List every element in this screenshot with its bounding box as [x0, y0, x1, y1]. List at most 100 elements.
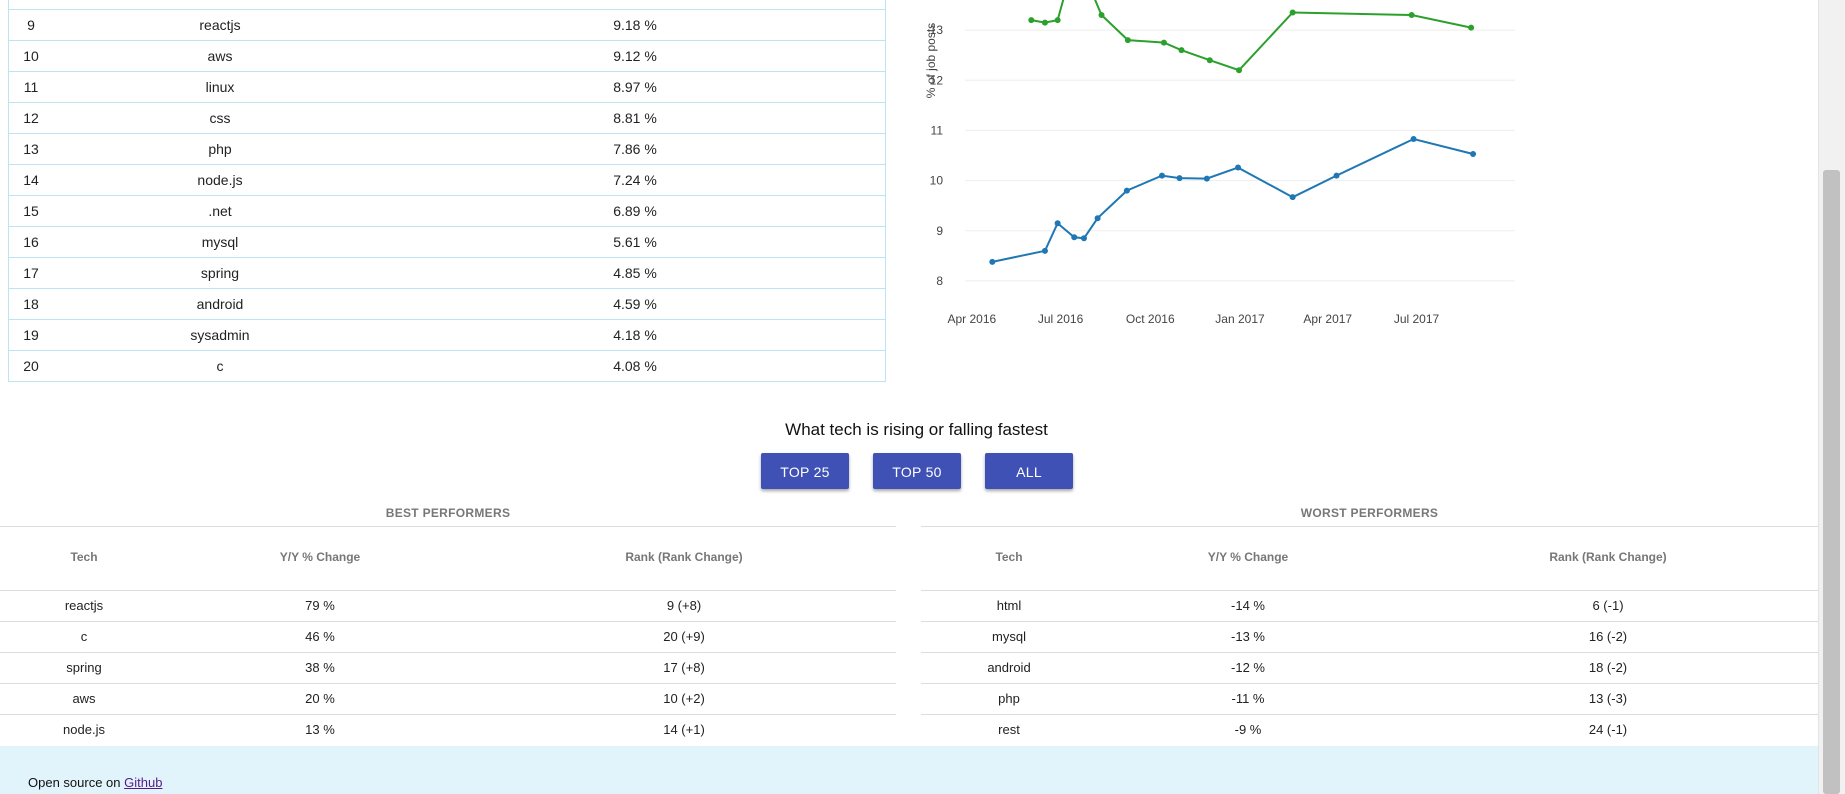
- worst-header-tech: Tech: [995, 550, 1023, 564]
- data-point: [1289, 194, 1296, 201]
- x-tick-label: Apr 2017: [1303, 312, 1352, 326]
- table-row: 13 php 7.86 %: [9, 133, 885, 164]
- x-tick-label: Apr 2016: [947, 312, 996, 326]
- rank-cell: 20: [23, 358, 39, 374]
- data-point: [1054, 220, 1061, 227]
- data-point: [1028, 17, 1035, 24]
- data-point: [1235, 164, 1242, 171]
- percent-cell: 7.86 %: [613, 141, 657, 157]
- tech-cell: c: [216, 358, 224, 374]
- data-point: [1158, 172, 1165, 179]
- rank-cell: 10: [23, 48, 39, 64]
- table-row: c 46 % 20 (+9): [0, 621, 896, 652]
- table-row: 9 reactjs 9.18 %: [9, 9, 885, 40]
- table-row: php -11 % 13 (-3): [921, 683, 1818, 714]
- tech-cell: css: [209, 110, 231, 126]
- tech-cell: rest: [998, 722, 1020, 737]
- tech-cell: .net: [208, 203, 232, 219]
- data-point: [1470, 151, 1477, 158]
- tech-cell: node.js: [63, 722, 105, 737]
- x-tick-label: Jul 2016: [1038, 312, 1084, 326]
- data-point: [1206, 57, 1213, 64]
- table-row: spring 38 % 17 (+8): [0, 652, 896, 683]
- table-row: 16 mysql 5.61 %: [9, 226, 885, 257]
- rank-cell: 14: [23, 172, 39, 188]
- rank-cell: 18: [23, 296, 39, 312]
- rank-cell: 14 (+1): [663, 722, 705, 737]
- table-row: aws 20 % 10 (+2): [0, 683, 896, 714]
- tech-cell: linux: [205, 79, 235, 95]
- divider: [0, 526, 896, 527]
- change-cell: -11 %: [1231, 691, 1265, 706]
- rank-cell: 17 (+8): [663, 660, 705, 675]
- data-point: [1160, 39, 1167, 46]
- percent-cell: 7.24 %: [613, 172, 657, 188]
- x-tick-label: Oct 2016: [1126, 312, 1175, 326]
- scrollbar-thumb[interactable]: [1823, 170, 1840, 794]
- percent-cell: 8.97 %: [613, 79, 657, 95]
- tech-cell: reactjs: [199, 17, 241, 33]
- table-row: reactjs 79 % 9 (+8): [0, 590, 896, 621]
- y-tick-label: 8: [936, 274, 943, 288]
- worst-header-rank: Rank (Rank Change): [1549, 550, 1667, 564]
- change-cell: 20 %: [305, 691, 335, 706]
- table-row: 10 aws 9.12 %: [9, 40, 885, 71]
- tech-cell: android: [196, 296, 244, 312]
- divider: [921, 526, 1818, 527]
- rank-cell: 11: [23, 79, 39, 95]
- y-tick-label: 10: [930, 174, 944, 188]
- footer: Open source on Github: [0, 746, 1818, 794]
- worst-performers-title: WORST PERFORMERS: [1300, 506, 1439, 520]
- table-row: 20 c 4.08 %: [9, 350, 885, 381]
- rank-cell: 16: [23, 234, 39, 250]
- all-button[interactable]: ALL: [985, 453, 1073, 489]
- table-row: rest -9 % 24 (-1): [921, 714, 1818, 745]
- change-cell: -14 %: [1231, 598, 1265, 613]
- section-title: What tech is rising or falling fastest: [785, 420, 1048, 439]
- rank-cell: 18 (-2): [1588, 660, 1628, 675]
- tech-cell: spring: [66, 660, 102, 675]
- rank-cell: 10 (+2): [663, 691, 705, 706]
- github-link[interactable]: Github: [124, 775, 162, 790]
- data-point: [1468, 24, 1475, 31]
- tech-cell: sysadmin: [190, 327, 250, 343]
- change-cell: 38 %: [305, 660, 335, 675]
- rank-cell: 9: [27, 17, 35, 33]
- rank-cell: 6 (-1): [1592, 598, 1624, 613]
- top-50-button[interactable]: TOP 50: [873, 453, 961, 489]
- table-row: 19 sysadmin 4.18 %: [9, 319, 885, 350]
- change-cell: 79 %: [305, 598, 335, 613]
- table-row: 14 node.js 7.24 %: [9, 164, 885, 195]
- rank-cell: 24 (-1): [1588, 722, 1628, 737]
- data-point: [1408, 12, 1415, 19]
- change-cell: 13 %: [305, 722, 335, 737]
- table-row: 15 .net 6.89 %: [9, 195, 885, 226]
- top-25-button[interactable]: TOP 25: [761, 453, 849, 489]
- data-point: [1289, 9, 1296, 16]
- data-point: [1203, 175, 1210, 182]
- table-row: mysql -13 % 16 (-2): [921, 621, 1818, 652]
- series-line-2: [992, 137, 1474, 263]
- data-point: [1071, 234, 1078, 241]
- best-performers-title: BEST PERFORMERS: [385, 506, 511, 520]
- data-point: [989, 258, 996, 265]
- data-point: [1124, 37, 1131, 44]
- x-tick-label: Jul 2017: [1394, 312, 1440, 326]
- x-tick-label: Jan 2017: [1215, 312, 1265, 326]
- rank-cell: 17: [23, 265, 39, 281]
- rank-cell: 20 (+9): [663, 629, 705, 644]
- data-point: [1098, 12, 1105, 19]
- footer-text: Open source on Github: [28, 775, 162, 790]
- y-tick-label: 11: [931, 123, 944, 137]
- trend-line-chart: 8910111213Apr 2016 Jul 2016 Oct 2016 Jan 20…: [924, 0, 1515, 326]
- percent-cell: 6.89 %: [613, 203, 657, 219]
- rank-cell: 12: [23, 110, 39, 126]
- table-row: 18 android 4.59 %: [9, 288, 885, 319]
- best-header-tech: Tech: [70, 550, 98, 564]
- best-header-rank: Rank (Rank Change): [625, 550, 743, 564]
- data-point: [1080, 235, 1087, 242]
- tech-cell: spring: [200, 265, 240, 281]
- tech-cell: aws: [72, 691, 96, 706]
- page-scrollbar[interactable]: [1818, 0, 1845, 794]
- data-point: [1041, 19, 1048, 26]
